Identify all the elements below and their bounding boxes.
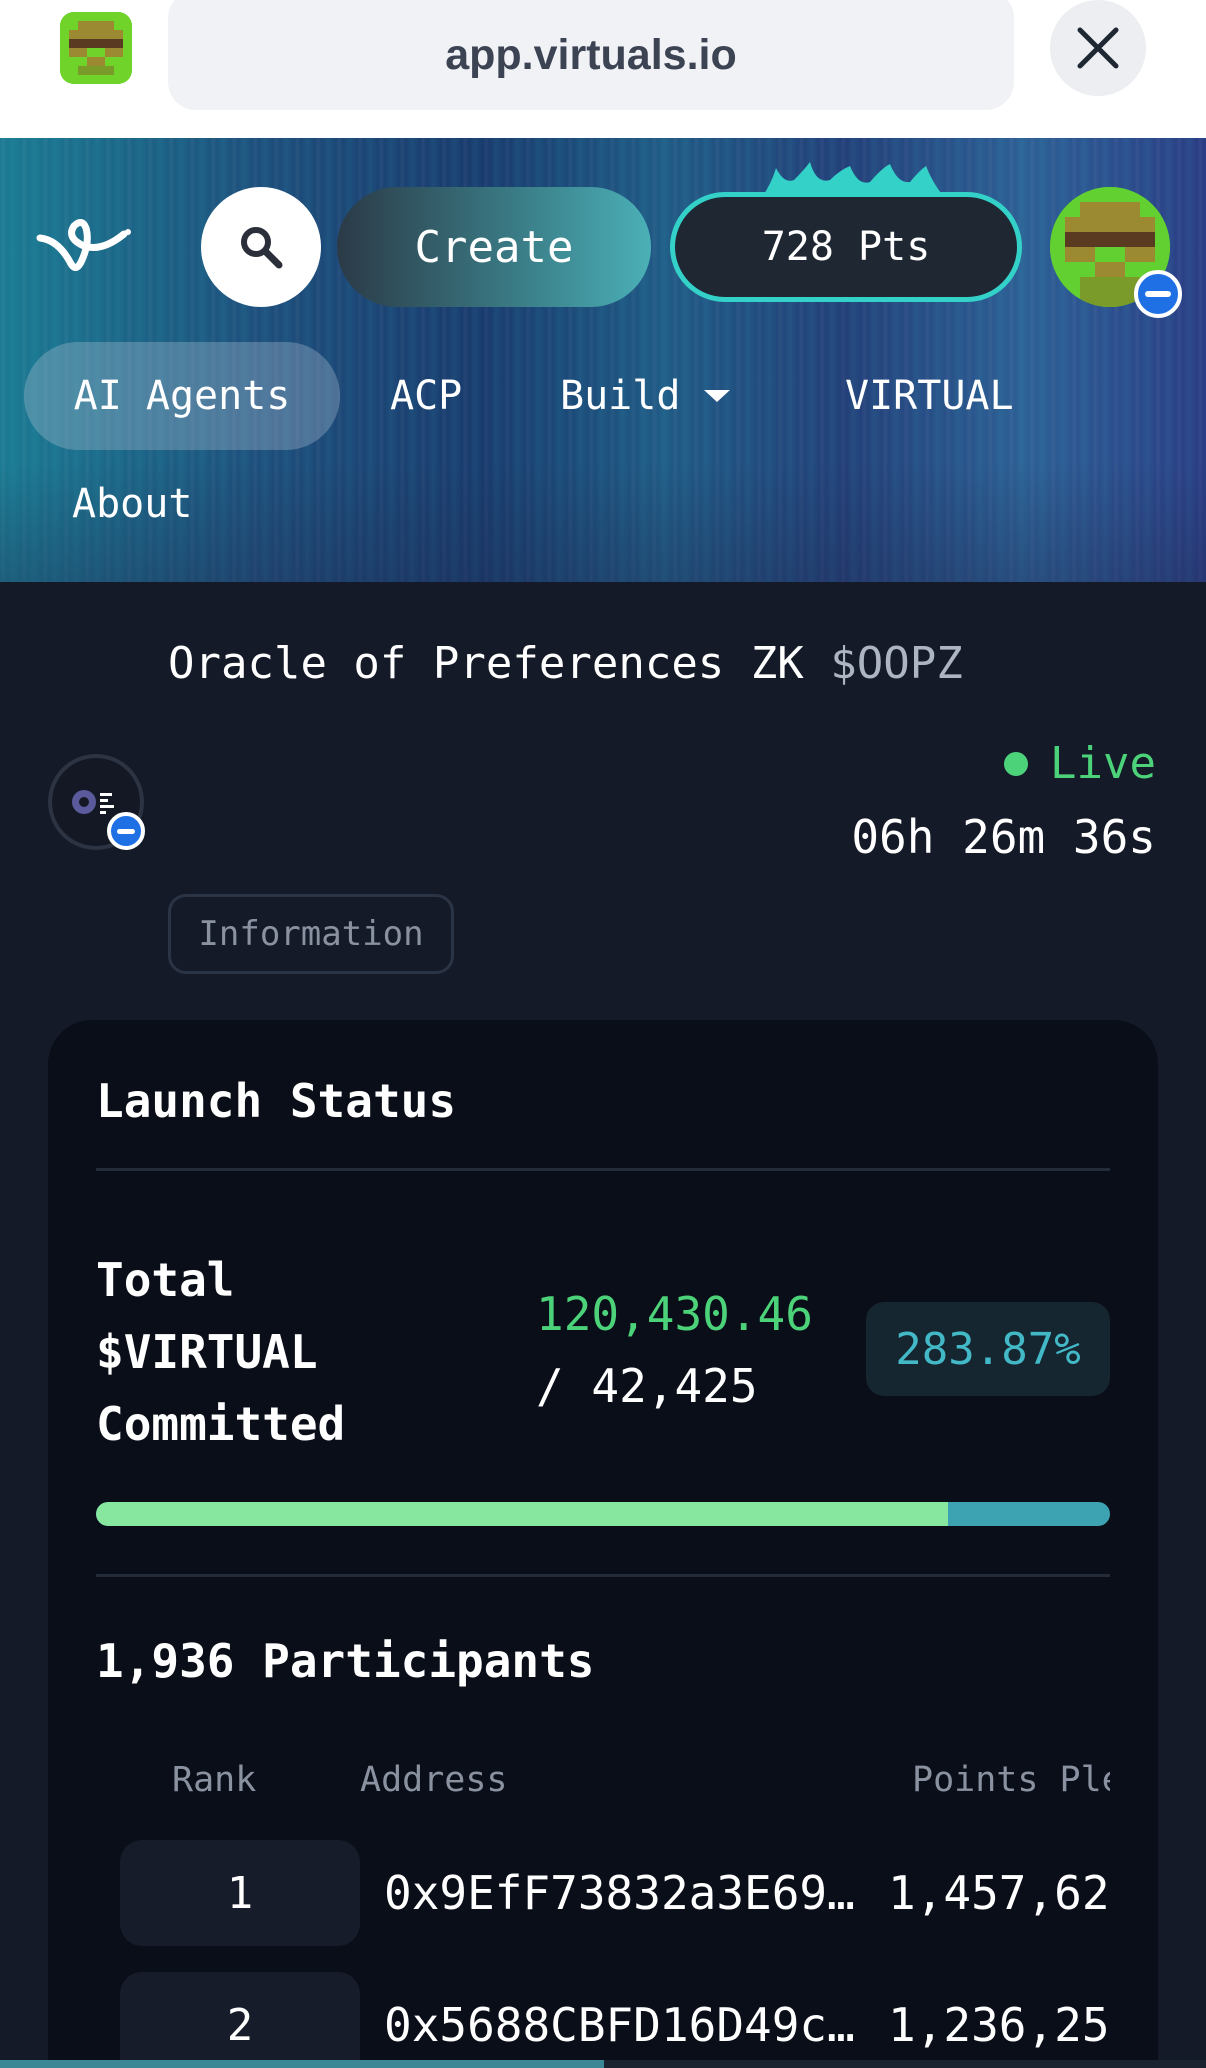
header: Create 728 Pts AI Agents ACP Build VIRTU…	[0, 138, 1206, 582]
commit-progress-bar	[96, 1502, 1110, 1526]
search-icon	[241, 227, 283, 269]
points-label: 728 Pts	[670, 192, 1022, 302]
scrollbar-thumb[interactable]	[0, 2060, 604, 2068]
nav-virtual[interactable]: VIRTUAL	[845, 342, 1014, 450]
participants-count: 1,936 Participants	[96, 1634, 595, 1688]
column-header-rank: Rank	[172, 1760, 257, 1800]
url-bar[interactable]: app.virtuals.io	[168, 0, 1014, 110]
browser-chrome: app.virtuals.io	[0, 0, 1206, 138]
wallet-badge-icon	[1134, 270, 1182, 318]
agent-ticker: $OOPZ	[830, 638, 963, 689]
committed-label: Total $VIRTUAL Committed	[96, 1244, 436, 1460]
committed-percent-badge: 283.87%	[866, 1302, 1110, 1396]
search-button[interactable]	[201, 187, 321, 307]
committed-amount: 120,430.46	[536, 1287, 813, 1341]
live-dot-icon	[1004, 751, 1029, 776]
nav-build-label: Build	[560, 373, 681, 419]
chevron-down-icon	[704, 390, 731, 402]
points-button[interactable]: 728 Pts	[670, 162, 1022, 308]
tab-information[interactable]: Information	[168, 894, 454, 974]
pixel-avatar-icon	[60, 12, 132, 84]
rank-cell: 2	[120, 1972, 360, 2068]
agent-title: Oracle of Preferences ZK $OOPZ	[168, 638, 963, 689]
create-button[interactable]: Create	[337, 187, 651, 307]
points-cell: 1,236,25	[888, 1998, 1110, 2052]
committed-label-line: Committed	[96, 1397, 346, 1451]
nav-about[interactable]: About	[72, 450, 192, 558]
main-content: Oracle of Preferences ZK $OOPZ Live 06h …	[0, 582, 1206, 2068]
nav-build[interactable]: Build	[560, 342, 731, 450]
agent-name: Oracle of Preferences ZK	[168, 638, 804, 689]
table-row[interactable]: 1 0x9EfF73832a3E69… 1,457,62	[120, 1840, 1110, 1946]
launch-status-card: Launch Status Total $VIRTUAL Committed 1…	[48, 1020, 1158, 2068]
url-text: app.virtuals.io	[445, 30, 737, 79]
verified-badge-icon	[107, 812, 145, 850]
table-row[interactable]: 2 0x5688CBFD16D49c… 1,236,25	[120, 1972, 1110, 2068]
points-cell: 1,457,62	[888, 1866, 1110, 1920]
address-cell[interactable]: 0x9EfF73832a3E69…	[384, 1840, 855, 1946]
commit-progress-fill	[96, 1502, 948, 1526]
live-label: Live	[1050, 738, 1156, 789]
divider	[96, 1168, 1110, 1171]
live-status: Live	[1004, 738, 1156, 789]
committed-label-line: $VIRTUAL	[96, 1325, 318, 1379]
divider	[96, 1574, 1110, 1577]
virtuals-logo-icon[interactable]	[36, 212, 136, 282]
committed-label-line: Total	[96, 1253, 235, 1307]
countdown-timer: 06h 26m 36s	[851, 810, 1156, 864]
rank-cell: 1	[120, 1840, 360, 1946]
address-cell[interactable]: 0x5688CBFD16D49c…	[384, 1972, 855, 2068]
launch-status-title: Launch Status	[96, 1074, 457, 1128]
column-header-address: Address	[360, 1760, 508, 1800]
nav-ai-agents[interactable]: AI Agents	[24, 342, 340, 450]
nav-acp[interactable]: ACP	[390, 342, 462, 450]
committed-target: / 42,425	[536, 1359, 758, 1413]
close-button[interactable]	[1050, 0, 1146, 96]
close-icon	[1077, 27, 1119, 69]
scrollbar[interactable]	[0, 2060, 1206, 2068]
column-header-points: Points Ple	[912, 1760, 1110, 1800]
